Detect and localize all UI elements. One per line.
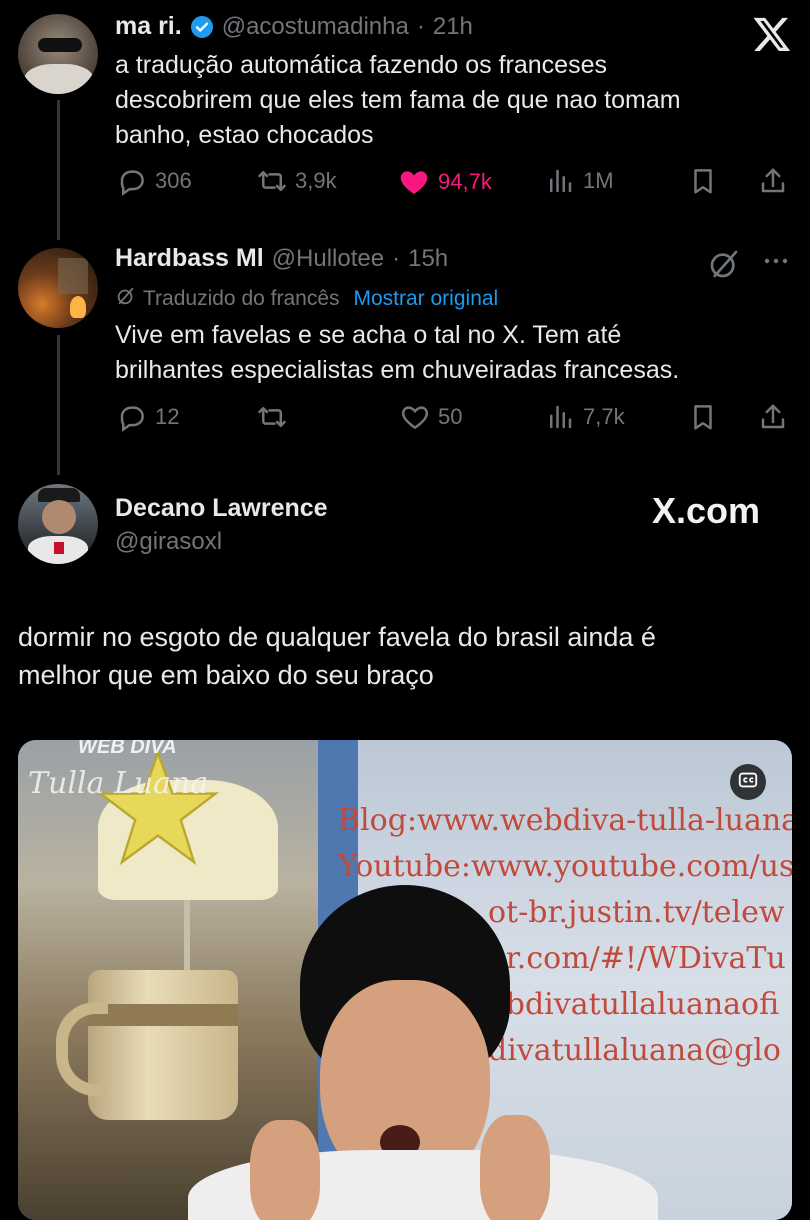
views-button[interactable]: 7,7k: [545, 402, 625, 432]
avatar-tweet1[interactable]: [18, 14, 98, 94]
xcom-watermark: X.com: [652, 490, 761, 531]
more-options-icon[interactable]: [762, 254, 790, 273]
crest-shape: [54, 542, 64, 554]
grok-icon[interactable]: [708, 248, 740, 285]
views-count: 7,7k: [583, 404, 625, 429]
bookmark-icon[interactable]: [688, 402, 718, 437]
tweet2-text-line: Vive em favelas e se acha o tal no X. Te…: [115, 321, 622, 349]
reply-icon: [117, 402, 147, 432]
quote-text-line: dormir no esgoto de qualquer favela do b…: [18, 622, 656, 652]
shoulder-shape: [24, 64, 94, 94]
tweet1-handle[interactable]: @acostumadinha: [222, 13, 409, 41]
tweet1-text: a tradução automática fazendo os frances…: [115, 48, 795, 153]
share-icon[interactable]: [758, 402, 788, 437]
quote-text: dormir no esgoto de qualquer favela do b…: [18, 618, 798, 694]
repost-button[interactable]: 3,9k: [257, 166, 337, 196]
reply-button[interactable]: 12: [117, 402, 179, 432]
sign-line: Youtube:www.youtube.com/use: [338, 849, 792, 884]
like-button[interactable]: 94,7k: [398, 166, 492, 198]
tweet2-handle[interactable]: @Hullotee: [272, 245, 384, 273]
thread-line-2: [57, 335, 60, 475]
bookmark-icon[interactable]: [688, 166, 718, 201]
show-original-link[interactable]: Mostrar original: [354, 287, 499, 311]
fire-shape: [70, 296, 86, 318]
tweet1-name[interactable]: ma ri.: [115, 12, 182, 41]
like-count: 94,7k: [438, 169, 492, 194]
mug-stripe: [88, 1004, 238, 1026]
sign-line: Blog:www.webdiva-tulla-luana.bl: [338, 803, 792, 838]
building-shape: [58, 258, 88, 294]
share-icon[interactable]: [758, 166, 788, 201]
face-shape: [42, 500, 76, 534]
repost-icon: [257, 402, 287, 432]
sunglasses-shape: [38, 38, 82, 52]
person-hand-left-shape: [250, 1120, 320, 1220]
quote-text-line: melhor que em baixo do seu braço: [18, 660, 434, 690]
tweet1-text-line: banho, estao chocados: [115, 121, 374, 149]
thread-line-1: [57, 100, 60, 240]
tweet2-time[interactable]: 15h: [408, 245, 448, 273]
views-count: 1M: [583, 168, 614, 193]
reply-button[interactable]: 306: [117, 166, 192, 196]
dot-separator: ·: [416, 12, 425, 40]
logo-bottom-text: Tulla Luana: [28, 766, 209, 801]
reply-count: 306: [155, 168, 192, 193]
translate-slash-icon: [115, 285, 137, 313]
views-icon: [545, 166, 575, 196]
tweet1-text-line: descobrirem que eles tem fama de que nao…: [115, 86, 681, 114]
captions-button[interactable]: [730, 764, 766, 800]
reply-icon: [117, 166, 147, 196]
logo-top-text: WEB DIVA: [78, 740, 177, 758]
quote-handle[interactable]: @girasoxl: [115, 528, 222, 556]
mug-shape: [88, 970, 238, 1120]
tweet1-text-line: a tradução automática fazendo os frances…: [115, 51, 607, 79]
views-icon: [545, 402, 575, 432]
repost-icon: [257, 166, 287, 196]
avatar-quote[interactable]: [18, 484, 98, 564]
heart-outline-icon: [400, 402, 430, 432]
video-media[interactable]: WEB DIVA Tulla Luana Blog:www.webdiva-tu…: [18, 740, 792, 1220]
translated-label: Traduzido do francês: [143, 287, 340, 310]
like-button[interactable]: 50: [400, 402, 462, 432]
verified-badge-icon: [190, 15, 214, 39]
cc-icon: [737, 769, 759, 796]
repost-count: 3,9k: [295, 168, 337, 193]
reply-count: 12: [155, 404, 180, 429]
tweet2-text-line: brilhantes especialistas em chuveiradas …: [115, 356, 680, 384]
tweet2-text: Vive em favelas e se acha o tal no X. Te…: [115, 318, 795, 388]
repost-button[interactable]: [257, 402, 295, 432]
person-hand-right-shape: [480, 1115, 550, 1220]
tweet2-name[interactable]: Hardbass Ml: [115, 244, 264, 273]
quote-name[interactable]: Decano Lawrence: [115, 494, 328, 523]
heart-icon: [398, 166, 430, 198]
like-count: 50: [438, 404, 463, 429]
dot-separator: ·: [392, 244, 401, 272]
translation-row: Traduzido do francês Mostrar original: [115, 285, 498, 313]
views-button[interactable]: 1M: [545, 166, 614, 196]
tweet1-time[interactable]: 21h: [433, 13, 473, 41]
avatar-tweet2[interactable]: [18, 248, 98, 328]
